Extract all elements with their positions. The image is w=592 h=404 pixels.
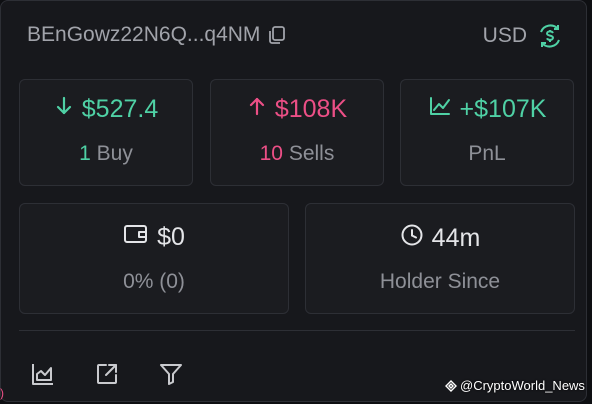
pnl-card: +$107K PnL: [400, 79, 574, 186]
wallet-address[interactable]: BEnGowz22N6Q...q4NM: [27, 23, 260, 47]
holder-label: Holder Since: [379, 270, 501, 293]
holder-amount-row: 44m: [306, 223, 574, 254]
pnl-amount-row: +$107K: [401, 95, 573, 124]
currency-switch-icon[interactable]: [537, 23, 563, 49]
holder-label-row: Holder Since: [306, 270, 574, 294]
diamond-icon: [445, 379, 457, 392]
arrow-up-icon: [247, 95, 267, 124]
pnl-amount: +$107K: [459, 95, 547, 123]
currency-label: USD: [482, 24, 527, 47]
balance-card: $0 0% (0): [19, 203, 289, 314]
sell-card: $108K 10 Sells: [210, 79, 384, 186]
buy-card: $527.4 1 Buy: [19, 79, 193, 186]
balance-amount-row: $0: [20, 223, 288, 252]
sell-count: 10: [259, 142, 283, 165]
buy-count-row: 1 Buy: [20, 142, 192, 166]
balance-amount: $0: [157, 223, 185, 251]
edge-mark: ): [0, 386, 4, 400]
watermark: @CryptoWorld_News: [445, 378, 585, 393]
footer-divider: [19, 330, 575, 331]
chart-icon[interactable]: [30, 361, 56, 387]
balance-sub-row: 0% (0): [20, 270, 288, 294]
holder-card: 44m Holder Since: [305, 203, 575, 314]
sell-amount: $108K: [274, 95, 348, 123]
external-link-icon[interactable]: [94, 361, 120, 387]
sell-label: Sells: [288, 142, 335, 165]
currency-toggle[interactable]: USD: [483, 23, 563, 49]
copy-icon[interactable]: [266, 24, 288, 46]
sell-amount-row: $108K: [211, 95, 383, 124]
pnl-label: PnL: [468, 142, 506, 165]
buy-label: Buy: [96, 142, 133, 165]
wallet-stats-panel: BEnGowz22N6Q...q4NM USD $527.4 1 Buy $10…: [0, 0, 587, 402]
buy-count: 1: [79, 142, 91, 165]
trend-chart-icon: [428, 95, 452, 124]
arrow-down-icon: [54, 95, 74, 124]
panel-header: BEnGowz22N6Q...q4NM USD: [27, 23, 563, 51]
clock-icon: [400, 223, 424, 254]
watermark-text: @CryptoWorld_News: [460, 378, 585, 393]
wallet-address-group: BEnGowz22N6Q...q4NM: [27, 23, 288, 47]
pnl-label-row: PnL: [401, 142, 573, 166]
buy-amount: $527.4: [81, 95, 159, 123]
filter-icon[interactable]: [158, 361, 184, 387]
buy-amount-row: $527.4: [20, 95, 192, 124]
sell-count-row: 10 Sells: [211, 142, 383, 166]
balance-percentage: 0% (0): [123, 270, 185, 293]
wallet-icon: [123, 223, 149, 252]
holder-duration: 44m: [431, 224, 481, 252]
